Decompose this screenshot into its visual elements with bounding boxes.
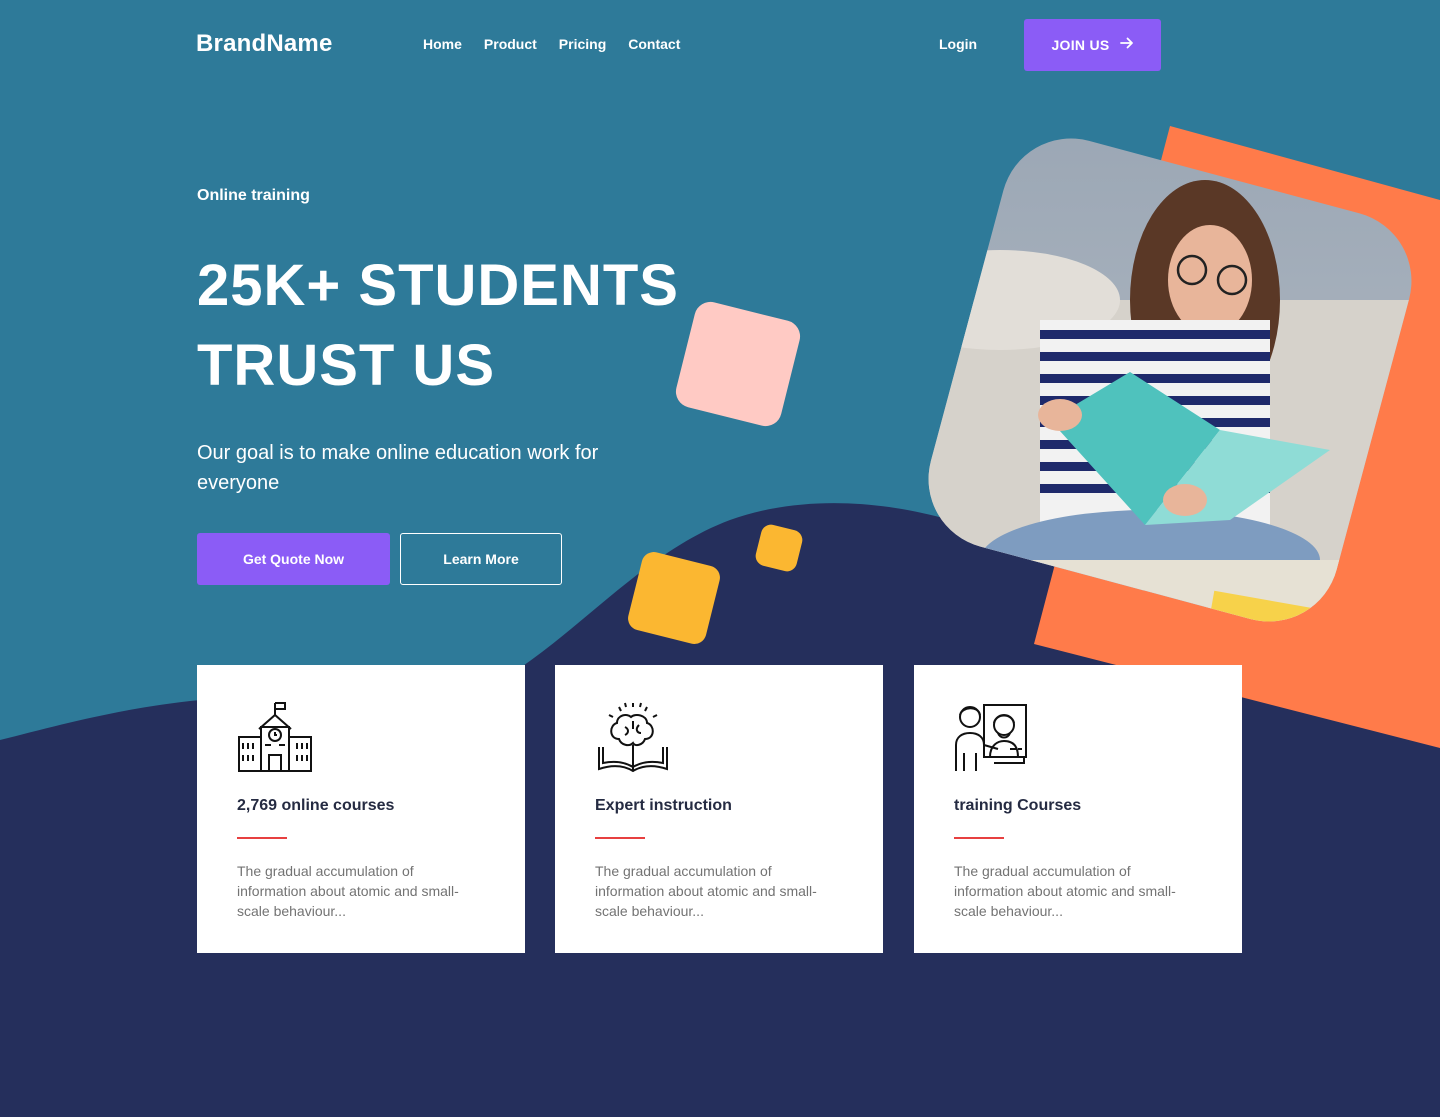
login-link[interactable]: Login — [939, 36, 977, 52]
hero-eyebrow: Online training — [197, 187, 310, 204]
school-building-icon — [237, 699, 313, 775]
hero-headline-line1: 25K+ STUDENTS — [197, 253, 679, 318]
join-us-button[interactable]: JOIN US — [1024, 19, 1161, 71]
nav-home[interactable]: Home — [423, 36, 462, 52]
divider — [237, 837, 287, 839]
card-title: 2,769 online courses — [237, 797, 395, 814]
brand-logo[interactable]: BrandName — [196, 30, 333, 58]
feature-card-instruction: Expert instruction The gradual accumulat… — [555, 665, 883, 953]
feature-card-training: training Courses The gradual accumulatio… — [914, 665, 1242, 953]
teacher-screen-icon — [954, 699, 1030, 775]
learn-more-button[interactable]: Learn More — [400, 533, 562, 585]
hero-headline-line2: TRUST US — [197, 333, 495, 398]
hero-subtext: Our goal is to make online education wor… — [197, 442, 599, 494]
card-description: The gradual accumulation of information … — [954, 863, 1176, 919]
join-us-label: JOIN US — [1051, 37, 1110, 53]
card-title: Expert instruction — [595, 797, 732, 814]
divider — [954, 837, 1004, 839]
brain-book-icon — [595, 699, 671, 775]
nav-pricing[interactable]: Pricing — [559, 36, 606, 52]
card-description: The gradual accumulation of information … — [237, 863, 459, 919]
get-quote-button[interactable]: Get Quote Now — [197, 533, 390, 585]
feature-card-courses: 2,769 online courses The gradual accumul… — [197, 665, 525, 953]
hero-headline: 25K+ STUDENTS TRUST US — [197, 246, 757, 406]
nav-product[interactable]: Product — [484, 36, 537, 52]
main-nav: Home Product Pricing Contact — [423, 36, 702, 52]
card-description: The gradual accumulation of information … — [595, 863, 817, 919]
card-title: training Courses — [954, 797, 1082, 814]
nav-contact[interactable]: Contact — [628, 36, 680, 52]
arrow-right-icon — [1119, 36, 1134, 54]
divider — [595, 837, 645, 839]
